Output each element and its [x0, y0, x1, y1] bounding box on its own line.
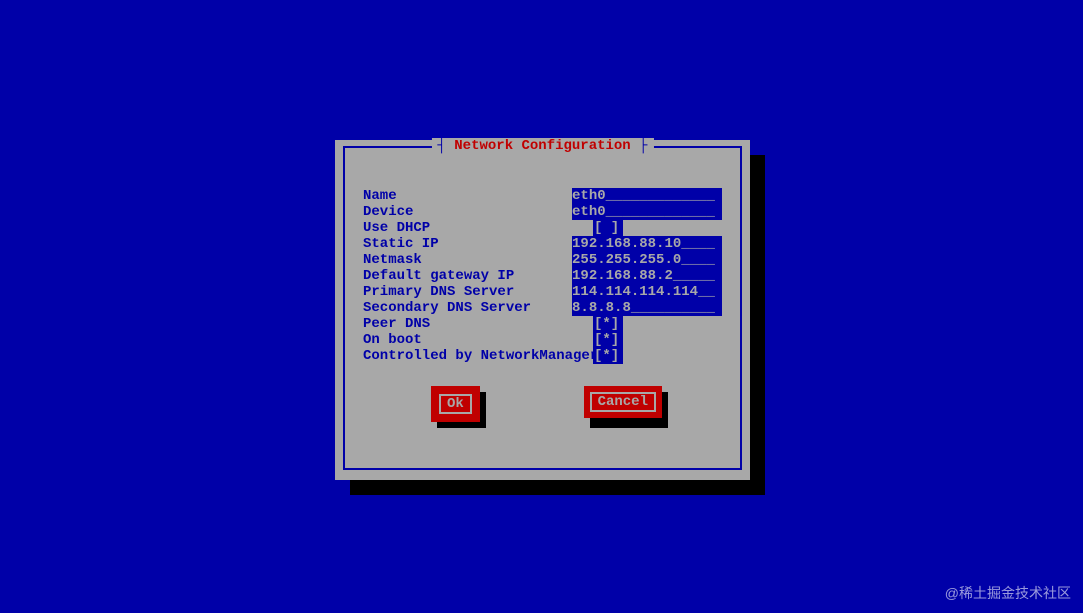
label-name: Name [363, 188, 572, 204]
form-row: Name eth0_____________ [363, 188, 722, 204]
form-row: Use DHCP [ ] [363, 220, 722, 236]
label-gateway: Default gateway IP [363, 268, 572, 284]
label-peer-dns: Peer DNS [363, 316, 593, 332]
label-on-boot: On boot [363, 332, 593, 348]
network-config-dialog: ┤ Network Configuration ├ Name eth0_____… [335, 140, 750, 480]
label-secondary-dns: Secondary DNS Server [363, 300, 572, 316]
checkbox-peer-dns[interactable]: [*] [593, 316, 623, 332]
checkbox-nm-controlled[interactable]: [*] [593, 348, 623, 364]
form-area: Name eth0_____________ Device eth0______… [363, 188, 722, 364]
checkbox-on-boot[interactable]: [*] [593, 332, 623, 348]
ok-button-label: Ok [439, 394, 472, 414]
ok-button[interactable]: Ok [431, 386, 480, 422]
dialog-title: ┤ Network Configuration ├ [431, 138, 653, 154]
cancel-button[interactable]: Cancel [584, 386, 662, 422]
input-device[interactable]: eth0_____________ [572, 204, 722, 220]
label-use-dhcp: Use DHCP [363, 220, 593, 236]
checkbox-use-dhcp[interactable]: [ ] [593, 220, 623, 236]
cancel-button-label: Cancel [590, 392, 656, 412]
form-row: Primary DNS Server 114.114.114.114__ [363, 284, 722, 300]
label-nm-controlled: Controlled by NetworkManager [363, 348, 593, 364]
input-primary-dns[interactable]: 114.114.114.114__ [572, 284, 722, 300]
dialog-frame: ┤ Network Configuration ├ Name eth0_____… [343, 146, 742, 470]
label-netmask: Netmask [363, 252, 572, 268]
label-device: Device [363, 204, 572, 220]
dialog-title-text: Network Configuration [454, 138, 630, 154]
form-row: Static IP 192.168.88.10____ [363, 236, 722, 252]
form-row: Device eth0_____________ [363, 204, 722, 220]
button-bar: Ok Cancel [363, 386, 722, 422]
form-row: On boot [*] [363, 332, 722, 348]
input-name[interactable]: eth0_____________ [572, 188, 722, 204]
form-row: Netmask 255.255.255.0____ [363, 252, 722, 268]
form-row: Controlled by NetworkManager [*] [363, 348, 722, 364]
input-static-ip[interactable]: 192.168.88.10____ [572, 236, 722, 252]
form-row: Secondary DNS Server 8.8.8.8__________ [363, 300, 722, 316]
form-row: Peer DNS [*] [363, 316, 722, 332]
label-static-ip: Static IP [363, 236, 572, 252]
input-netmask[interactable]: 255.255.255.0____ [572, 252, 722, 268]
label-primary-dns: Primary DNS Server [363, 284, 572, 300]
input-secondary-dns[interactable]: 8.8.8.8__________ [572, 300, 722, 316]
watermark-text: @稀土掘金技术社区 [945, 583, 1071, 603]
form-row: Default gateway IP 192.168.88.2_____ [363, 268, 722, 284]
input-gateway[interactable]: 192.168.88.2_____ [572, 268, 722, 284]
